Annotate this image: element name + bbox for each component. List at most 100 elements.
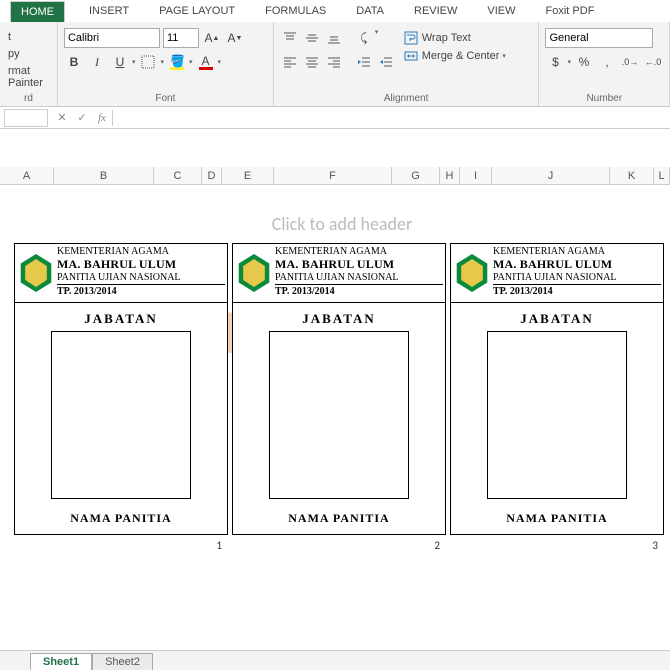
group-label-alignment: Alignment: [280, 91, 533, 106]
formula-input[interactable]: [113, 109, 670, 127]
column-header[interactable]: I: [460, 167, 492, 184]
chevron-down-icon[interactable]: ▾: [160, 58, 164, 66]
italic-button[interactable]: I: [87, 52, 107, 72]
card-jabatan: JABATAN: [233, 303, 445, 331]
card-line3: PANITIA UJIAN NASIONAL: [493, 272, 661, 283]
id-card: KEMENTERIAN AGAMAMA. BAHRUL ULUMPANITIA …: [232, 243, 446, 535]
card-line2: MA. BAHRUL ULUM: [57, 257, 225, 272]
card-line4: TP. 2013/2014: [493, 284, 661, 297]
group-alignment: ⤹▾ Wrap Text Merge & Cen: [274, 22, 540, 106]
card-line4: TP. 2013/2014: [275, 284, 443, 297]
worksheet-area[interactable]: Click to add header satulupa KEMENTERIAN…: [0, 185, 670, 645]
decrease-decimal-icon[interactable]: ←.0: [643, 52, 663, 72]
align-middle-icon[interactable]: [302, 28, 322, 48]
column-header[interactable]: G: [392, 167, 440, 184]
tab-page-layout[interactable]: PAGE LAYOUT: [153, 2, 241, 20]
sheet-tab-bar: Sheet1 Sheet2: [0, 650, 670, 670]
copy-button[interactable]: py: [6, 47, 51, 61]
cancel-formula-icon[interactable]: ✕: [52, 111, 72, 124]
tab-home[interactable]: HOME: [10, 1, 65, 22]
column-header[interactable]: L: [654, 167, 670, 184]
align-center-icon[interactable]: [302, 52, 322, 72]
percent-button[interactable]: %: [574, 52, 594, 72]
align-left-icon[interactable]: [280, 52, 300, 72]
font-name-select[interactable]: [64, 28, 160, 48]
card-nama: NAMA PANITIA: [451, 505, 663, 534]
cut-button[interactable]: t: [6, 30, 51, 44]
card-number: 1: [14, 535, 228, 552]
card-line2: MA. BAHRUL ULUM: [493, 257, 661, 272]
orientation-button[interactable]: ⤹: [354, 28, 374, 48]
format-painter-button[interactable]: rmat Painter: [6, 64, 51, 90]
name-box[interactable]: [4, 109, 48, 127]
merge-center-label: Merge & Center: [422, 50, 500, 62]
group-clipboard: t py rmat Painter rd: [0, 22, 58, 106]
sheet-tab-1[interactable]: Sheet1: [30, 653, 92, 670]
photo-placeholder: [51, 331, 191, 499]
column-header[interactable]: B: [54, 167, 154, 184]
chevron-down-icon[interactable]: ▾: [567, 58, 571, 66]
align-bottom-icon[interactable]: [324, 28, 344, 48]
card-number: 2: [232, 535, 446, 552]
enter-formula-icon[interactable]: ✓: [72, 111, 92, 124]
increase-decimal-icon[interactable]: .0→: [620, 52, 640, 72]
font-color-button[interactable]: A: [196, 52, 216, 72]
borders-button[interactable]: [138, 52, 158, 72]
wrap-text-label: Wrap Text: [422, 32, 471, 44]
number-format-select[interactable]: [545, 28, 653, 48]
card-line1: KEMENTERIAN AGAMA: [57, 246, 225, 257]
decrease-indent-icon[interactable]: [354, 52, 374, 72]
group-number: $▾ % , .0→ ←.0 Number: [539, 22, 670, 106]
fill-color-button[interactable]: 🪣: [167, 52, 187, 72]
column-headers: ABCDEFGHIJKL: [0, 167, 670, 185]
group-label-number: Number: [545, 91, 663, 106]
chevron-down-icon[interactable]: ▾: [502, 52, 506, 60]
card-jabatan: JABATAN: [15, 303, 227, 331]
currency-button[interactable]: $: [545, 52, 565, 72]
column-header[interactable]: J: [492, 167, 610, 184]
sheet-tab-2[interactable]: Sheet2: [92, 653, 153, 670]
merge-icon: [404, 49, 418, 63]
card-line2: MA. BAHRUL ULUM: [275, 257, 443, 272]
fx-icon[interactable]: fx: [92, 112, 112, 124]
increase-indent-icon[interactable]: [376, 52, 396, 72]
tab-formulas[interactable]: FORMULAS: [259, 2, 332, 20]
increase-font-icon[interactable]: A▲: [202, 28, 222, 48]
column-header[interactable]: A: [0, 167, 54, 184]
chevron-down-icon[interactable]: ▾: [132, 58, 136, 66]
chevron-down-icon[interactable]: ▾: [375, 28, 379, 48]
page-header-placeholder[interactable]: Click to add header: [14, 195, 670, 243]
card-nama: NAMA PANITIA: [15, 505, 227, 534]
column-header[interactable]: H: [440, 167, 460, 184]
align-right-icon[interactable]: [324, 52, 344, 72]
wrap-text-button[interactable]: Wrap Text: [400, 30, 510, 46]
merge-center-button[interactable]: Merge & Center ▾: [400, 48, 510, 64]
tab-foxit-pdf[interactable]: Foxit PDF: [540, 2, 601, 20]
column-header[interactable]: C: [154, 167, 202, 184]
font-size-select[interactable]: [163, 28, 199, 48]
comma-button[interactable]: ,: [597, 52, 617, 72]
card-line4: TP. 2013/2014: [57, 284, 225, 297]
id-card: KEMENTERIAN AGAMAMA. BAHRUL ULUMPANITIA …: [450, 243, 664, 535]
chevron-down-icon[interactable]: ▾: [218, 58, 222, 66]
group-font: A▲ A▼ B I U▾ ▾ 🪣▾ A▾ Font: [58, 22, 274, 106]
tab-review[interactable]: REVIEW: [408, 2, 463, 20]
column-header[interactable]: K: [610, 167, 654, 184]
wrap-text-icon: [404, 31, 418, 45]
column-header[interactable]: F: [274, 167, 392, 184]
card-number: 3: [450, 535, 664, 552]
card-nama: NAMA PANITIA: [233, 505, 445, 534]
column-header[interactable]: E: [222, 167, 274, 184]
tab-insert[interactable]: INSERT: [83, 2, 135, 20]
decrease-font-icon[interactable]: A▼: [225, 28, 245, 48]
ribbon: t py rmat Painter rd A▲ A▼ B I U▾ ▾: [0, 22, 670, 107]
align-top-icon[interactable]: [280, 28, 300, 48]
column-header[interactable]: D: [202, 167, 222, 184]
photo-placeholder: [269, 331, 409, 499]
tab-data[interactable]: DATA: [350, 2, 390, 20]
formula-bar: ✕ ✓ fx: [0, 107, 670, 129]
underline-button[interactable]: U: [110, 52, 130, 72]
tab-view[interactable]: VIEW: [481, 2, 521, 20]
bold-button[interactable]: B: [64, 52, 84, 72]
chevron-down-icon[interactable]: ▾: [189, 58, 193, 66]
